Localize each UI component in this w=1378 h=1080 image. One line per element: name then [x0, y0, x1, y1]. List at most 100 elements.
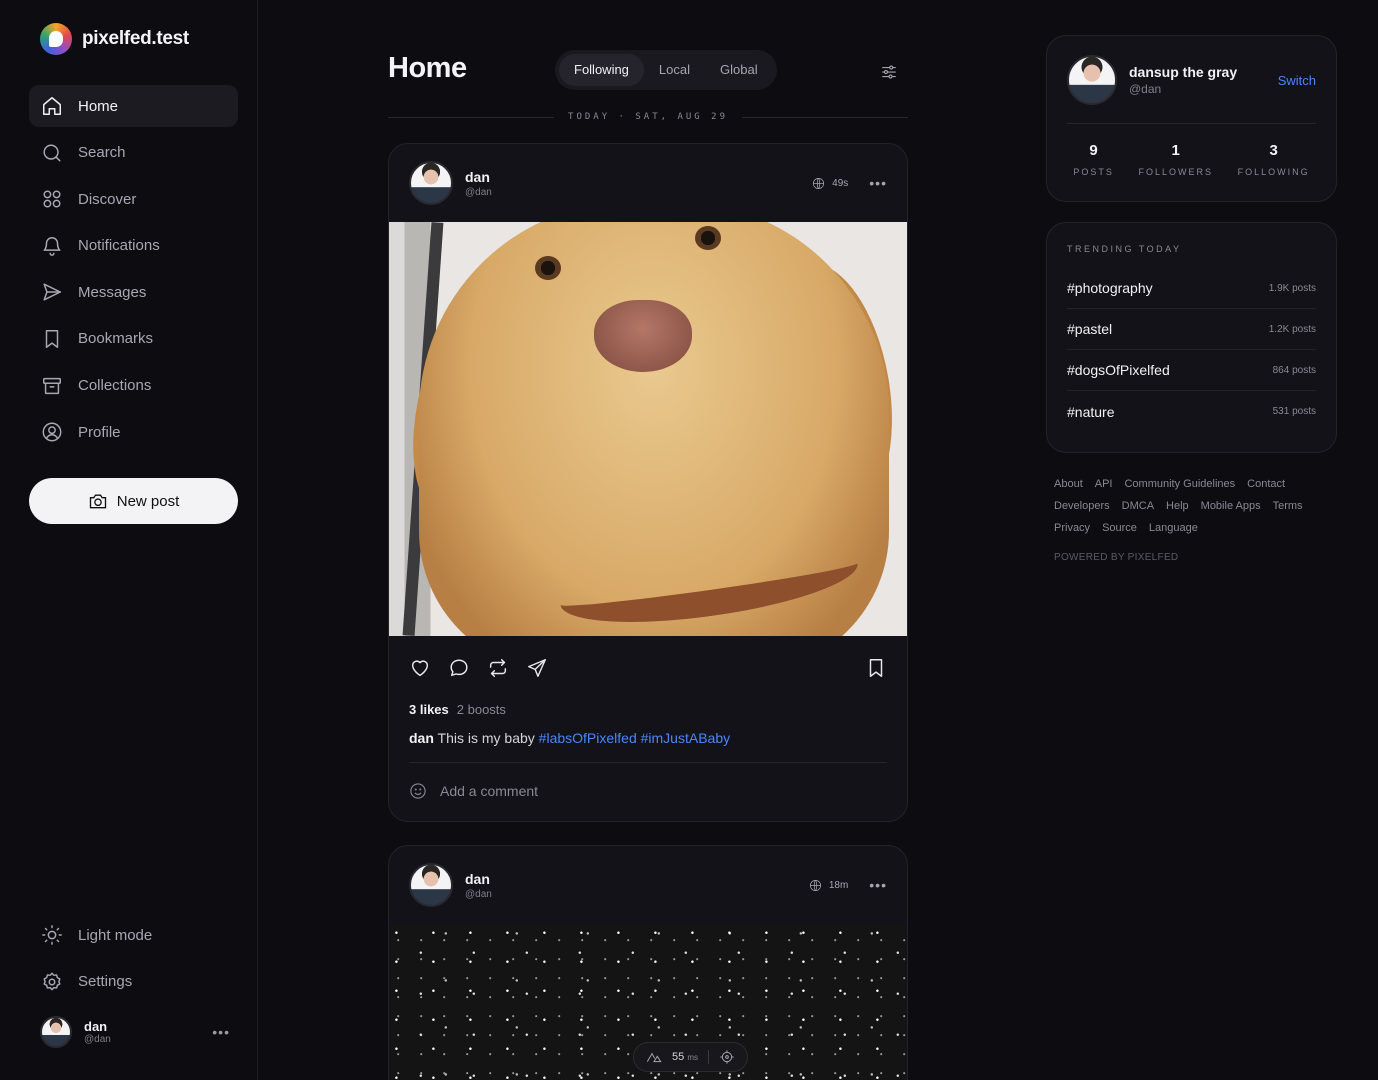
profile-stats: 9 POSTS 1 FOLLOWERS 3 FOLLOWING — [1047, 124, 1336, 177]
trending-item[interactable]: #photography 1.9K posts — [1067, 268, 1316, 309]
more-icon[interactable]: ••• — [869, 175, 887, 191]
sidebar-item-messages[interactable]: Messages — [29, 271, 238, 313]
sidebar-item-label: Profile — [78, 423, 121, 441]
nuxt-icon — [646, 1052, 662, 1063]
account-menu[interactable]: dan @dan ••• — [40, 1015, 230, 1049]
main-nav: Home Search Discover Notifications Messa… — [29, 85, 238, 458]
stat-posts[interactable]: 9 POSTS — [1073, 142, 1114, 177]
comment-icon[interactable] — [448, 657, 470, 679]
divider-line — [388, 116, 555, 118]
image-shape — [535, 256, 561, 280]
profile-name[interactable]: dansup the gray — [1129, 64, 1237, 80]
footer-link-guidelines[interactable]: Community Guidelines — [1124, 476, 1235, 492]
trending-count: 1.2K posts — [1268, 323, 1316, 335]
post-author-name[interactable]: dan — [465, 871, 492, 887]
hashtag-link[interactable]: #imJustABaby — [641, 730, 730, 746]
stat-followers[interactable]: 1 FOLLOWERS — [1138, 142, 1213, 177]
profile-header: dansup the gray @dan Switch — [1047, 36, 1336, 105]
footer-link-mobile-apps[interactable]: Mobile Apps — [1201, 498, 1261, 514]
grid-icon — [43, 190, 61, 208]
profile-handle: @dan — [1129, 82, 1162, 96]
footer-link-api[interactable]: API — [1095, 476, 1113, 492]
tab-global[interactable]: Global — [705, 54, 773, 86]
emoji-icon[interactable] — [409, 782, 427, 800]
trending-item[interactable]: #dogsOfPixelfed 864 posts — [1067, 350, 1316, 391]
more-icon[interactable]: ••• — [212, 1024, 230, 1040]
footer-link-dmca[interactable]: DMCA — [1122, 498, 1154, 514]
trending-item[interactable]: #nature 531 posts — [1067, 391, 1316, 432]
avatar[interactable] — [409, 161, 453, 205]
footer-link-help[interactable]: Help — [1166, 498, 1189, 514]
bell-icon — [43, 236, 61, 256]
boost-icon[interactable] — [487, 657, 509, 679]
footer-link-contact[interactable]: Contact — [1247, 476, 1285, 492]
devtools-pill[interactable]: 55 ms — [633, 1042, 748, 1072]
footer-link-source[interactable]: Source — [1102, 520, 1137, 536]
pixelfed-logo-icon — [40, 23, 72, 55]
sidebar-item-label: Search — [78, 144, 126, 162]
avatar[interactable] — [409, 863, 453, 907]
post-header: dan @dan 18m ••• — [389, 846, 907, 924]
user-circle-icon — [42, 422, 62, 442]
trending-item[interactable]: #pastel 1.2K posts — [1067, 309, 1316, 350]
light-mode-toggle[interactable]: Light mode — [29, 914, 238, 956]
light-mode-label: Light mode — [78, 926, 153, 944]
stat-value: 3 — [1269, 142, 1278, 159]
filter-icon[interactable] — [880, 63, 898, 81]
post-actions — [389, 636, 907, 700]
new-post-label: New post — [116, 492, 180, 510]
brand-name: pixelfed.test — [82, 28, 189, 49]
footer-link-language[interactable]: Language — [1149, 520, 1198, 536]
trending-count: 864 posts — [1272, 364, 1316, 376]
post-time[interactable]: 18m — [829, 880, 848, 891]
post-image[interactable]: 55 ms — [389, 924, 907, 1080]
more-icon[interactable]: ••• — [869, 877, 887, 893]
sidebar-item-label: Bookmarks — [78, 330, 154, 348]
settings-link[interactable]: Settings — [29, 961, 238, 1003]
trending-count: 1.9K posts — [1268, 282, 1316, 294]
tab-following[interactable]: Following — [559, 54, 644, 86]
caption-author[interactable]: dan — [409, 730, 434, 746]
stat-following[interactable]: 3 FOLLOWING — [1238, 142, 1310, 177]
sidebar-item-collections[interactable]: Collections — [29, 365, 238, 407]
sidebar-item-label: Home — [78, 97, 119, 115]
gear-icon — [43, 972, 61, 990]
tab-local[interactable]: Local — [644, 54, 705, 86]
bookmark-icon[interactable] — [865, 657, 887, 679]
caption-text: This is my baby — [437, 730, 535, 746]
trending-tag: #pastel — [1067, 321, 1113, 337]
trending-tag: #nature — [1067, 403, 1115, 420]
post-time[interactable]: 49s — [832, 178, 848, 189]
sidebar-item-bookmarks[interactable]: Bookmarks — [29, 318, 238, 360]
likes-count[interactable]: 3 likes — [409, 702, 449, 717]
heart-icon[interactable] — [409, 657, 431, 679]
archive-icon — [43, 377, 61, 394]
sidebar-item-home[interactable]: Home — [29, 85, 238, 127]
sidebar-item-search[interactable]: Search — [29, 132, 238, 174]
hashtag-link[interactable]: #labsOfPixelfed — [539, 730, 637, 746]
switch-account-button[interactable]: Switch — [1278, 73, 1316, 88]
avatar[interactable] — [1067, 55, 1117, 105]
boosts-count[interactable]: 2 boosts — [457, 702, 506, 717]
footer-link-developers[interactable]: Developers — [1054, 498, 1110, 514]
share-icon[interactable] — [526, 657, 548, 679]
divider-line — [741, 116, 909, 118]
sidebar-item-notifications[interactable]: Notifications — [29, 225, 238, 267]
post-author-handle: @dan — [465, 888, 492, 900]
post-image[interactable] — [389, 222, 907, 636]
comment-input[interactable]: Add a comment — [389, 763, 907, 819]
sidebar-item-profile[interactable]: Profile — [29, 411, 238, 453]
stat-label: FOLLOWERS — [1138, 167, 1213, 177]
send-icon — [43, 283, 61, 301]
post-author-name[interactable]: dan — [465, 169, 492, 185]
date-label: TODAY · SAT, AUG 29 — [568, 112, 728, 122]
new-post-button[interactable]: New post — [29, 478, 238, 524]
sidebar-item-discover[interactable]: Discover — [29, 178, 238, 220]
avatar — [40, 1016, 72, 1048]
footer-link-privacy[interactable]: Privacy — [1054, 520, 1090, 536]
target-icon[interactable] — [719, 1049, 735, 1065]
post-meta: 18m ••• — [809, 877, 887, 893]
brand-logo[interactable]: pixelfed.test — [40, 23, 189, 55]
footer-link-about[interactable]: About — [1054, 476, 1083, 492]
footer-link-terms[interactable]: Terms — [1273, 498, 1303, 514]
